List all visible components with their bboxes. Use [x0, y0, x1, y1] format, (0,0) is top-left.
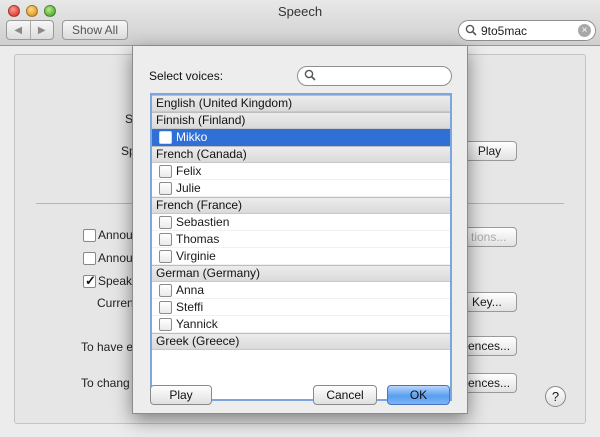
window-title: Speech	[277, 4, 323, 19]
alert-options-button[interactable]: tions...	[464, 227, 517, 247]
voice-name: Steffi	[176, 300, 204, 314]
select-voices-label: Select voices:	[149, 69, 224, 83]
voice-row[interactable]: Steffi	[152, 299, 450, 316]
voice-name: Virginie	[176, 249, 216, 263]
voice-row[interactable]: Mikko	[152, 129, 450, 146]
current-key-label: Curren	[97, 296, 134, 310]
voice-checkbox[interactable]	[159, 131, 172, 144]
search-value: 9to5mac	[481, 24, 528, 38]
voice-name: Mikko	[176, 130, 208, 144]
forward-arrow-icon[interactable]: ▶	[29, 21, 54, 39]
ok-button[interactable]: OK	[387, 385, 450, 405]
announce-app-checkbox[interactable]	[83, 252, 96, 265]
open-accessibility-prefs-button[interactable]: ences...	[464, 336, 517, 356]
announce-app-label: Annou	[98, 251, 133, 265]
speak-selected-text-label: Speak	[98, 274, 133, 288]
voice-checkbox[interactable]	[159, 318, 172, 331]
voice-name: Thomas	[176, 232, 220, 246]
voice-row[interactable]: Anna	[152, 282, 450, 299]
search-icon	[304, 69, 316, 81]
voice-row[interactable]: Sebastien	[152, 214, 450, 231]
voice-checkbox[interactable]	[159, 284, 172, 297]
voice-row[interactable]: Thomas	[152, 231, 450, 248]
clear-search-icon[interactable]: ×	[578, 24, 591, 37]
voice-checkbox[interactable]	[159, 182, 172, 195]
language-group-header: French (Canada)	[152, 146, 450, 163]
voice-checkbox[interactable]	[159, 301, 172, 314]
voice-checkbox[interactable]	[159, 216, 172, 229]
voice-row[interactable]: Felix	[152, 163, 450, 180]
open-date-time-prefs-button[interactable]: ences...	[464, 373, 517, 393]
back-arrow-icon[interactable]: ◀	[7, 21, 30, 39]
voice-checkbox[interactable]	[159, 233, 172, 246]
language-group-header: Finnish (Finland)	[152, 112, 450, 129]
language-group-header: French (France)	[152, 197, 450, 214]
show-all-button[interactable]: Show All	[62, 20, 128, 40]
voice-checkbox[interactable]	[159, 250, 172, 263]
language-group-header: German (Germany)	[152, 265, 450, 282]
window-titlebar: Speech ◀ ▶ Show All 9to5mac ×	[0, 0, 600, 46]
to-change-label: To chang	[81, 376, 130, 390]
set-key-button[interactable]: Key...	[464, 292, 517, 312]
voice-row[interactable]: Yannick	[152, 316, 450, 333]
cancel-button[interactable]: Cancel	[313, 385, 377, 405]
voice-name: Felix	[176, 164, 202, 178]
voice-row[interactable]: Virginie	[152, 248, 450, 265]
announce-alerts-label: Annou	[98, 228, 133, 242]
announce-alerts-checkbox[interactable]	[83, 229, 96, 242]
select-voices-sheet: Select voices: English (United Kingdom) F…	[132, 46, 468, 414]
voice-search-field[interactable]	[297, 66, 452, 86]
voice-name: Anna	[176, 283, 205, 297]
speak-selected-text-checkbox[interactable]	[83, 273, 96, 289]
search-icon	[465, 24, 477, 36]
help-button[interactable]: ?	[545, 386, 566, 407]
voice-list[interactable]: English (United Kingdom) Finnish (Finland…	[150, 93, 452, 401]
to-have-label: To have e	[81, 340, 134, 354]
voice-row[interactable]: Julie	[152, 180, 450, 197]
play-button[interactable]: Play	[150, 385, 212, 405]
voice-name: Julie	[176, 181, 201, 195]
language-group-header: English (United Kingdom)	[152, 95, 450, 112]
voice-name: Yannick	[176, 317, 218, 331]
voice-name: Sebastien	[176, 215, 230, 229]
voice-checkbox[interactable]	[159, 165, 172, 178]
prefs-search-field[interactable]: 9to5mac ×	[458, 20, 596, 41]
back-forward-control[interactable]: ◀ ▶	[6, 20, 54, 40]
language-group-header: Greek (Greece)	[152, 333, 450, 350]
bg-play-button[interactable]: Play	[462, 141, 517, 161]
